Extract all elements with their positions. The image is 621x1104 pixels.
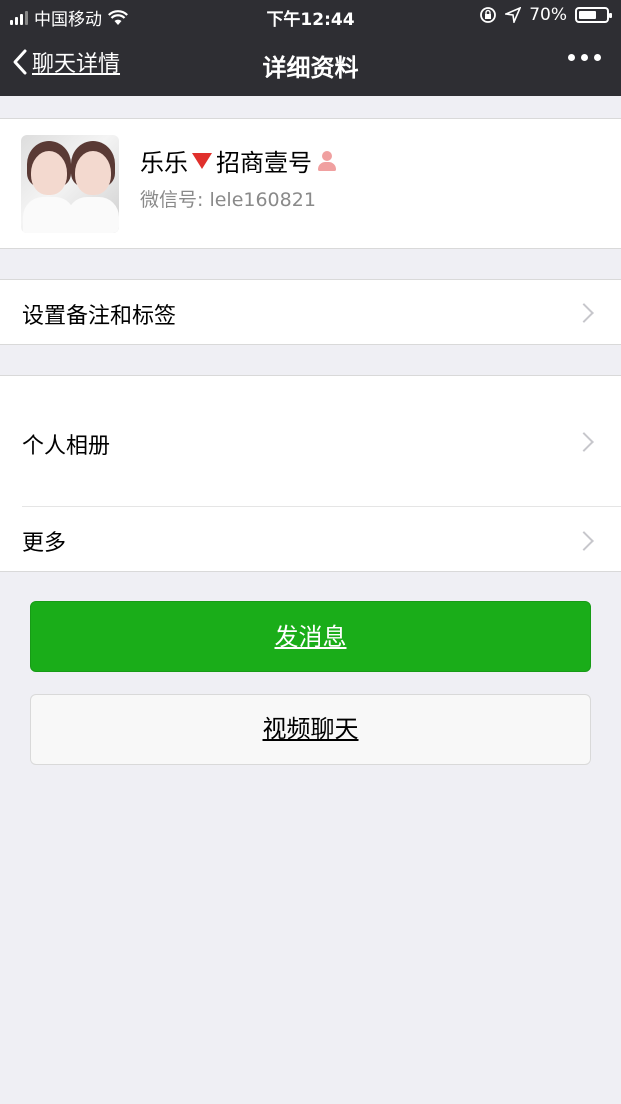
nav-bar: 聊天详情 详细资料 <box>0 32 621 96</box>
page-title: 详细资料 <box>262 54 359 82</box>
more-options-button[interactable] <box>568 54 601 61</box>
location-icon <box>505 7 522 23</box>
status-bar: 中国移动 下午12:44 70% <box>0 0 621 32</box>
dot-icon <box>594 54 601 61</box>
wechat-id: 微信号: lele160821 <box>140 189 316 211</box>
set-remark-tags-row[interactable]: 设置备注和标签 <box>0 280 621 344</box>
battery-percent: 70% <box>529 5 567 25</box>
row-label: 更多 <box>22 531 67 556</box>
dot-icon <box>581 54 588 61</box>
row-label: 个人相册 <box>22 434 111 459</box>
row-label: 设置备注和标签 <box>22 304 177 329</box>
more-row[interactable]: 更多 <box>0 507 621 571</box>
video-chat-button[interactable]: 视频聊天 <box>30 694 591 765</box>
dot-icon <box>568 54 575 61</box>
chevron-right-icon <box>574 303 594 323</box>
personal-album-row[interactable]: 个人相册 <box>0 376 621 506</box>
name-text: 乐乐 <box>140 149 188 177</box>
battery-icon <box>575 7 612 23</box>
chevron-right-icon <box>574 432 594 452</box>
rotation-lock-icon <box>480 7 497 23</box>
profile-card: 乐乐 招商壹号 微信号: lele160821 <box>0 118 621 249</box>
info-section: 个人相册 更多 <box>0 375 621 572</box>
name-suffix: 招商壹号 <box>216 149 312 177</box>
avatar[interactable] <box>21 135 119 233</box>
chevron-right-icon <box>574 531 594 551</box>
profile-name: 乐乐 招商壹号 <box>140 143 338 178</box>
remark-section: 设置备注和标签 <box>0 279 621 345</box>
gender-female-icon <box>316 150 338 172</box>
red-triangle-icon <box>192 152 212 169</box>
status-right: 70% <box>479 5 612 25</box>
send-message-button[interactable]: 发消息 <box>30 601 591 672</box>
